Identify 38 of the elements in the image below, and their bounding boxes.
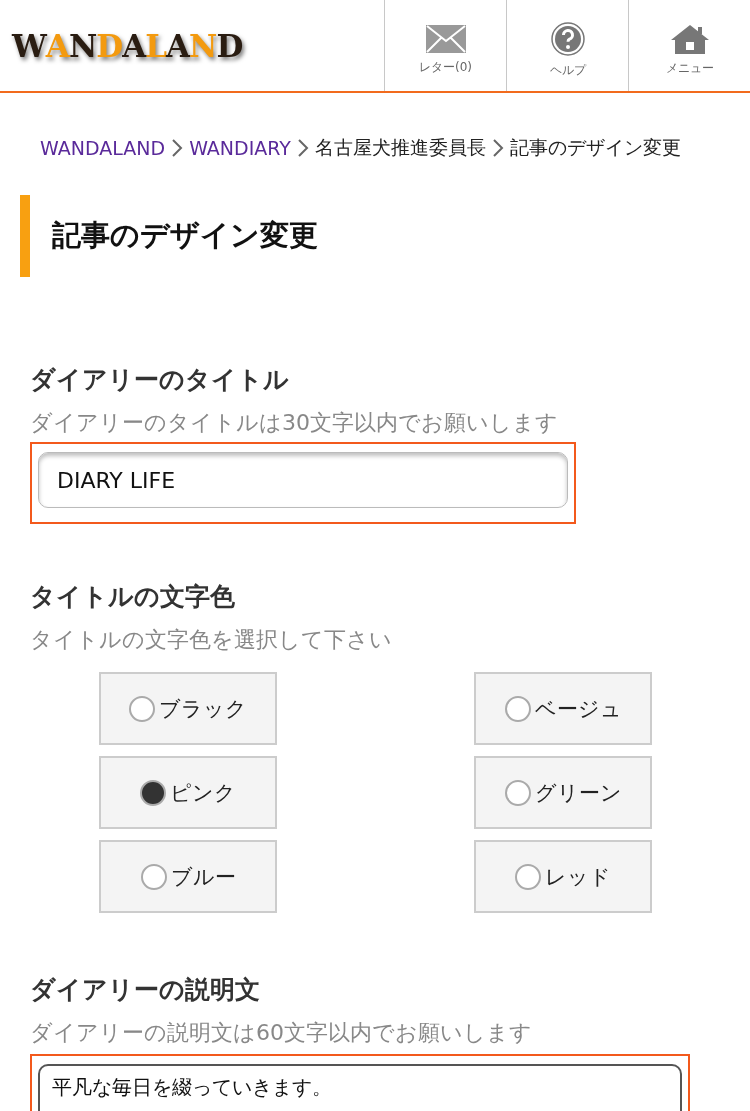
page-name-label: 名古屋犬推進委員長	[314, 135, 486, 160]
option-label: ブラック	[159, 695, 247, 723]
section-title: タイトルの文字色	[30, 581, 236, 613]
hint-text: ダイアリーのタイトルは30文字以内でお願いします	[30, 409, 559, 437]
home-icon	[669, 24, 710, 54]
page-name-label: 記事のデザイン変更	[509, 135, 681, 160]
color-option[interactable]: ブラック	[99, 672, 277, 745]
page-title: 記事のデザイン変更	[20, 195, 750, 277]
input-field[interactable]: DIARY LIFE	[38, 452, 568, 508]
section-title: ダイアリーのタイトル	[30, 364, 290, 396]
option-label: レッド	[545, 863, 611, 891]
chevron-icon	[491, 139, 504, 157]
radio-button[interactable]	[129, 695, 155, 722]
breadcrumb-link[interactable]: WANDALAND	[40, 137, 166, 159]
textarea-field[interactable]: 平凡な毎日を綴っていきます。	[38, 1064, 682, 1111]
color-option[interactable]: グリーン	[474, 756, 652, 829]
section-title: ダイアリーの説明文	[30, 974, 261, 1006]
chevron-icon	[296, 139, 309, 157]
hint-text: ダイアリーの説明文は60文字以内でお願いします	[30, 1019, 533, 1047]
radio-button[interactable]	[504, 695, 531, 722]
help-icon	[550, 22, 585, 56]
radio-button[interactable]	[515, 863, 541, 890]
color-option[interactable]: ピンク	[99, 756, 277, 829]
breadcrumb-link[interactable]: WANDIARY	[189, 137, 291, 159]
option-label: ピンク	[170, 779, 236, 807]
radio-button[interactable]	[504, 779, 531, 806]
option-label: グリーン	[534, 779, 622, 807]
logo[interactable]: WANDALAND	[0, 0, 384, 91]
color-option[interactable]: ブルー	[99, 840, 277, 913]
option-label: ベージュ	[534, 695, 622, 723]
chevron-icon	[171, 139, 184, 157]
color-option[interactable]: ベージュ	[474, 672, 652, 745]
radio-button[interactable]	[140, 779, 166, 806]
hint-text: タイトルの文字色を選択して下さい	[30, 626, 393, 654]
radio-button[interactable]	[140, 863, 167, 890]
option-label: ブルー	[170, 863, 236, 891]
envelope-icon	[425, 25, 466, 53]
color-option[interactable]: レッド	[474, 840, 652, 913]
